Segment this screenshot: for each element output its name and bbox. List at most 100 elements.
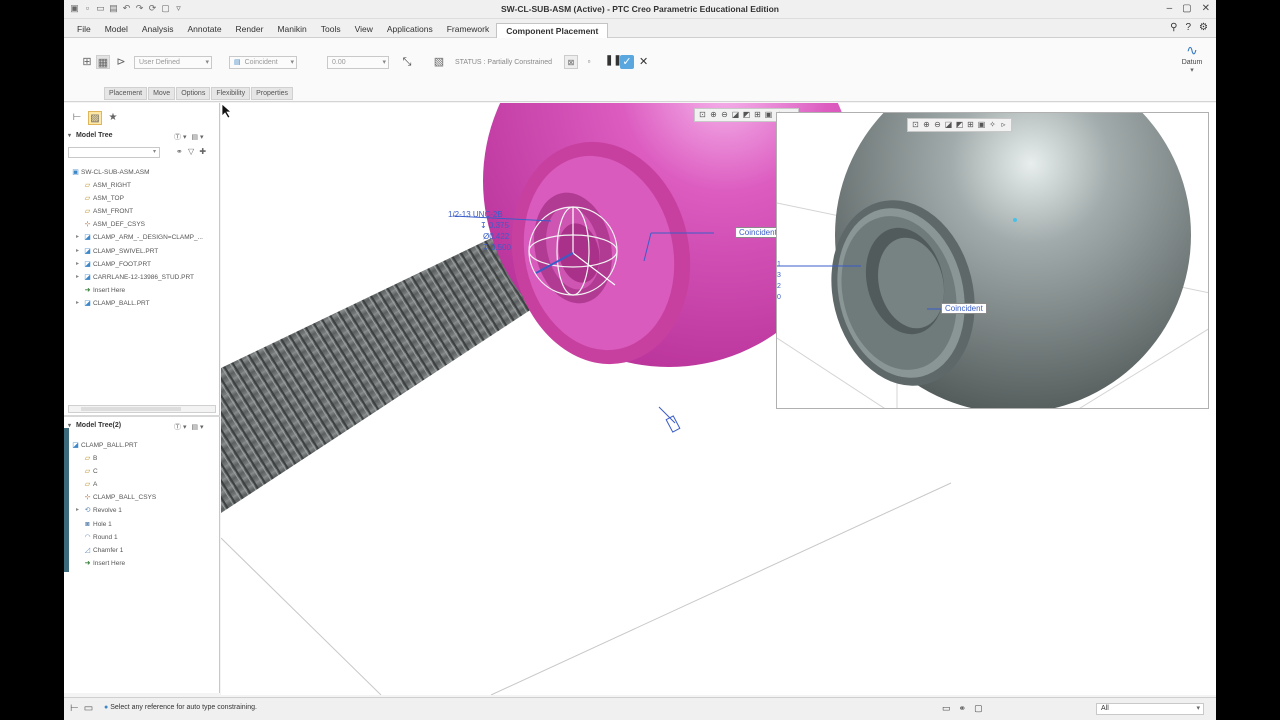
settings-gear-icon[interactable]: ⚙ xyxy=(1199,22,1208,33)
tree-item[interactable]: ▸ ◪ CLAMP_ARM_-_DESIGN=CLAMP_... xyxy=(64,231,220,244)
menu-tab-framework[interactable]: Framework xyxy=(440,23,497,38)
separate-window-icon[interactable]: ▧ xyxy=(432,55,446,69)
expand-arrow-icon[interactable]: ▸ xyxy=(76,271,79,284)
tree-item[interactable]: ▱ A xyxy=(64,478,220,491)
flip-constraint-icon[interactable]: ⤡ xyxy=(400,55,414,69)
show-icon[interactable]: ▤ xyxy=(191,134,198,141)
tree-item[interactable]: ▱ B xyxy=(64,452,220,465)
datum-display-icon[interactable]: ✧ xyxy=(988,120,997,130)
subtab-placement[interactable]: Placement xyxy=(104,87,148,100)
zoom-out-icon[interactable]: ⊖ xyxy=(933,120,942,130)
add-column-icon[interactable]: ✚ xyxy=(199,147,206,156)
user-defined-constraint-icon[interactable]: ⊞ xyxy=(80,55,94,69)
find-icon[interactable]: ⚭ xyxy=(959,703,967,714)
tree-item[interactable]: ⊹ ASM_DEF_CSYS xyxy=(64,218,220,231)
menu-tab-analysis[interactable]: Analysis xyxy=(135,23,181,38)
subtab-properties[interactable]: Properties xyxy=(251,87,294,100)
tree-item[interactable]: ▸ ◪ CLAMP_SWIVEL.PRT xyxy=(64,245,220,258)
tree-item[interactable]: ◙ Hole 1 xyxy=(64,518,220,531)
cancel-x-button[interactable]: ✕ xyxy=(639,55,648,68)
tree-item[interactable]: ▣ SW-CL-SUB-ASM.ASM xyxy=(64,166,220,179)
spin-center-icon[interactable]: ▹ xyxy=(999,120,1008,130)
help-icon[interactable]: ? xyxy=(1185,22,1191,33)
tree-settings-icon[interactable]: Ⓣ xyxy=(174,424,181,431)
model-tree-tab-icon[interactable]: ⊢ xyxy=(70,111,84,125)
chevron-down-icon[interactable]: ▾ xyxy=(183,424,187,431)
datum-button[interactable]: ∿ Datum ▾ xyxy=(1178,42,1206,74)
mechanism-connection-icon[interactable]: ⊳ xyxy=(114,55,128,69)
tree-item[interactable]: ◿ Chamfer 1 xyxy=(64,544,220,557)
tree-item[interactable]: ◠ Round 1 xyxy=(64,531,220,544)
expand-arrow-icon[interactable]: ▸ xyxy=(76,504,79,517)
smart-select-icon[interactable]: ▭ xyxy=(942,703,951,714)
sash-handle[interactable] xyxy=(64,428,69,572)
refit-icon[interactable]: ⊡ xyxy=(911,120,920,130)
tree-item[interactable]: ▸ ◪ CLAMP_BALL.PRT xyxy=(64,297,220,310)
reorient-icon[interactable]: ◩ xyxy=(955,120,964,130)
tree-item[interactable]: ⊹ CLAMP_BALL_CSYS xyxy=(64,491,220,504)
coincident-constraint-label[interactable]: Coincident xyxy=(735,227,781,238)
chevron-down-icon[interactable]: ▾ xyxy=(183,134,187,141)
selection-filter-dropdown[interactable]: All ▾ xyxy=(1096,703,1204,715)
menu-tab-view[interactable]: View xyxy=(348,23,380,38)
subtab-flexibility[interactable]: Flexibility xyxy=(211,87,251,100)
component-preview-window[interactable]: ⊡ ⊕ ⊖ ◪ ◩ ⊞ ▣ ✧ ▹ 1 3 2 0 Coincident xyxy=(776,112,1209,409)
tree-item[interactable]: ▱ C xyxy=(64,465,220,478)
expand-arrow-icon[interactable]: ▸ xyxy=(76,258,79,271)
menu-tab-file[interactable]: File xyxy=(70,23,98,38)
rigid-connection-icon[interactable]: ▦ xyxy=(96,55,110,69)
expand-arrow-icon[interactable]: ▸ xyxy=(76,231,79,244)
repaint-icon[interactable]: ◪ xyxy=(731,110,740,120)
saved-views-icon[interactable]: ⊞ xyxy=(966,120,975,130)
minimize-button[interactable]: – xyxy=(1167,3,1173,14)
menu-tab-annotate[interactable]: Annotate xyxy=(181,23,229,38)
model-tree-scrollbar[interactable] xyxy=(68,405,216,413)
browser-toggle-icon[interactable]: ▭ xyxy=(84,703,93,714)
display-style-icon[interactable]: ▣ xyxy=(977,120,986,130)
search-icon[interactable]: ⚲ xyxy=(1170,22,1177,33)
selection-box-icon[interactable]: ▢ xyxy=(974,703,983,714)
subtab-move[interactable]: Move xyxy=(148,87,176,100)
favorites-tab-icon[interactable]: ★ xyxy=(106,111,120,125)
menu-tab-manikin[interactable]: Manikin xyxy=(270,23,313,38)
show-icon[interactable]: ▤ xyxy=(191,424,198,431)
tree-item[interactable]: ▸ ⟲ Revolve 1 xyxy=(64,504,220,517)
chevron-down-icon[interactable]: ▾ xyxy=(200,134,204,141)
tree-item[interactable]: ◪ CLAMP_BALL.PRT xyxy=(64,439,220,452)
tree-item[interactable]: ▱ ASM_RIGHT xyxy=(64,179,220,192)
constraint-set-dropdown[interactable]: User Defined ▾ xyxy=(134,56,212,69)
refit-icon[interactable]: ⊡ xyxy=(698,110,707,120)
menu-tab-component-placement[interactable]: Component Placement xyxy=(496,23,609,38)
zoom-in-icon[interactable]: ⊕ xyxy=(922,120,931,130)
preview-coincident-label[interactable]: Coincident xyxy=(941,303,987,314)
offset-value-field[interactable]: 0.00 ▾ xyxy=(327,56,389,69)
menu-tab-model[interactable]: Model xyxy=(98,23,135,38)
tree-settings-icon[interactable]: Ⓣ xyxy=(174,134,181,141)
close-button[interactable]: ✕ xyxy=(1202,3,1210,14)
model-tree-search-input[interactable]: ▾ xyxy=(68,147,160,158)
collapse-arrow-icon[interactable]: ▾ xyxy=(68,133,71,139)
constraint-type-dropdown[interactable]: ▤ Coincident ▾ xyxy=(229,56,297,69)
menu-tab-render[interactable]: Render xyxy=(229,23,271,38)
maximize-button[interactable]: ▢ xyxy=(1182,3,1191,14)
menu-tab-tools[interactable]: Tools xyxy=(314,23,348,38)
saved-views-icon[interactable]: ⊞ xyxy=(753,110,762,120)
subtab-options[interactable]: Options xyxy=(176,87,211,100)
tree-item[interactable]: ▸ ◪ CLAMP_FOOT.PRT xyxy=(64,258,220,271)
tree-item[interactable]: ➜ Insert Here xyxy=(64,557,220,570)
graphics-window[interactable]: ⊡ ⊕ ⊖ ◪ ◩ ⊞ ▣ ✧ ▹ 1/2-13 UNC-2B ↧ 0.375 … xyxy=(221,103,1216,695)
navigator-toggle-icon[interactable]: ⊢ xyxy=(70,703,79,714)
repaint-icon[interactable]: ◪ xyxy=(944,120,953,130)
tree-item[interactable]: ▱ ASM_TOP xyxy=(64,192,220,205)
zoom-in-icon[interactable]: ⊕ xyxy=(709,110,718,120)
tree-item[interactable]: ▸ ◪ CARRLANE-12-13986_STUD.PRT xyxy=(64,271,220,284)
filter-icon[interactable]: ▽ xyxy=(188,147,194,156)
chevron-down-icon[interactable]: ▾ xyxy=(200,424,204,431)
assembly-window-icon[interactable]: ▫ xyxy=(582,55,596,69)
expand-arrow-icon[interactable]: ▸ xyxy=(76,297,79,310)
display-style-icon[interactable]: ▣ xyxy=(764,110,773,120)
menu-tab-applications[interactable]: Applications xyxy=(380,23,440,38)
tree-item[interactable]: ➜ Insert Here xyxy=(64,284,220,297)
panel-divider[interactable] xyxy=(64,415,220,417)
reorient-icon[interactable]: ◩ xyxy=(742,110,751,120)
